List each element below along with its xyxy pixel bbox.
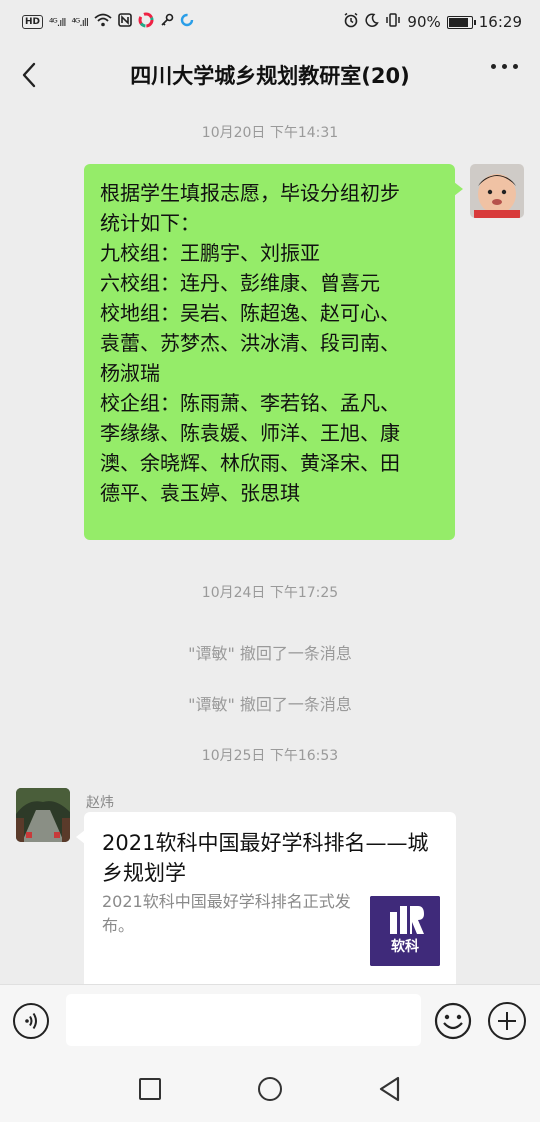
more-options-button[interactable] [491, 64, 518, 69]
key-icon [160, 13, 174, 31]
hd-indicator: HD [22, 15, 44, 29]
battery-fill [448, 17, 468, 27]
message-text-line: 德平、袁玉婷、张思琪 [100, 481, 300, 505]
message-text-line: 袁蕾、苏梦杰、洪冰清、段司南、 [100, 331, 400, 355]
message-text-line: 校企组：陈雨萧、李若铭、孟凡、 [100, 391, 400, 415]
battery-percent: 90% [407, 13, 441, 31]
card-description: 2021软科中国最好学科排名正式发布。 [102, 892, 351, 935]
vibrate-icon [385, 13, 401, 31]
message-text-line: 澳、余晓辉、林欣雨、黄泽宋、田 [100, 451, 400, 475]
wifi-icon [94, 13, 112, 31]
message-bubble-outgoing[interactable]: 根据学生填报志愿，毕设分组初步 统计如下： 九校组：王鹏宇、刘振亚六校组：连丹、彭维… [84, 164, 463, 540]
card-thumbnail: 软科 [370, 896, 440, 966]
message-text-line: 统计如下： [100, 211, 200, 235]
system-nav-bar [0, 1054, 540, 1122]
recall-notice: "谭敏" 撤回了一条消息 [188, 644, 352, 663]
signal-icon-2: ⁴ᴳ.ıll [71, 15, 88, 29]
dot-icon [502, 64, 507, 69]
app-notification-icon [138, 12, 154, 32]
battery-icon [446, 15, 476, 29]
chevron-left-icon [22, 62, 36, 88]
chat-title: 四川大学城乡规划教研室(20) [130, 64, 410, 88]
home-button[interactable] [258, 1077, 282, 1101]
recents-button[interactable] [139, 1078, 161, 1100]
clock: 16:29 [478, 13, 522, 31]
link-card[interactable]: 2021软科中国最好学科排名——城乡规划学 2021软科中国最好学科排名正式发布… [76, 812, 456, 984]
input-bar [0, 984, 540, 1054]
more-actions-button[interactable] [488, 1002, 526, 1040]
back-button[interactable] [14, 58, 44, 92]
status-left: HD ⁴ᴳ.ıll ⁴ᴳ.ıll [22, 12, 194, 32]
card-thumbnail-logo-text: 软科 [391, 939, 419, 955]
message-text-line: 杨淑瑞 [100, 361, 160, 385]
message-text-line: 根据学生填报志愿，毕设分组初步 [100, 181, 400, 205]
smiley-icon [434, 1002, 472, 1040]
message-text-line: 六校组：连丹、彭维康、曾喜元 [100, 271, 380, 295]
nfc-icon [118, 13, 132, 31]
message-timestamp: 10月25日 下午16:53 [201, 748, 339, 764]
status-bar: HD ⁴ᴳ.ıll ⁴ᴳ.ıll 90% 16:29 [0, 0, 540, 44]
signal-icon: ⁴ᴳ.ıll [49, 15, 66, 29]
avatar[interactable] [16, 788, 70, 842]
emoji-button[interactable] [434, 1002, 472, 1040]
message-input[interactable] [66, 994, 421, 1046]
recall-notice: "谭敏" 撤回了一条消息 [188, 695, 352, 714]
message-timestamp: 10月24日 下午17:25 [201, 585, 339, 601]
app-ring-icon [180, 13, 194, 31]
status-right: 90% 16:29 [343, 12, 522, 32]
message-timestamp: 10月20日 下午14:31 [201, 125, 339, 141]
chat-area[interactable]: 10月20日 下午14:31 根据学生填报志愿，毕设分组初步 统计如下： 九校组：王… [0, 106, 540, 984]
moon-icon [365, 13, 380, 31]
avatar[interactable] [470, 164, 524, 218]
voice-input-button[interactable] [13, 1003, 49, 1039]
nav-back-button[interactable] [378, 1076, 402, 1102]
dot-icon [513, 64, 518, 69]
sender-name: 赵炜 [86, 795, 114, 811]
alarm-icon [343, 12, 359, 32]
dot-icon [491, 64, 496, 69]
card-title: 2021软科中国最好学科排名——城乡规划学 [102, 831, 429, 885]
message-text-line: 校地组：吴岩、陈超逸、赵可心、 [100, 301, 400, 325]
message-text-line: 九校组：王鹏宇、刘振亚 [100, 241, 320, 265]
chat-header: 四川大学城乡规划教研室(20) [0, 44, 540, 106]
message-text-line: 李缘缘、陈袁媛、师洋、王旭、康 [100, 421, 400, 445]
voice-icon [25, 1012, 37, 1030]
